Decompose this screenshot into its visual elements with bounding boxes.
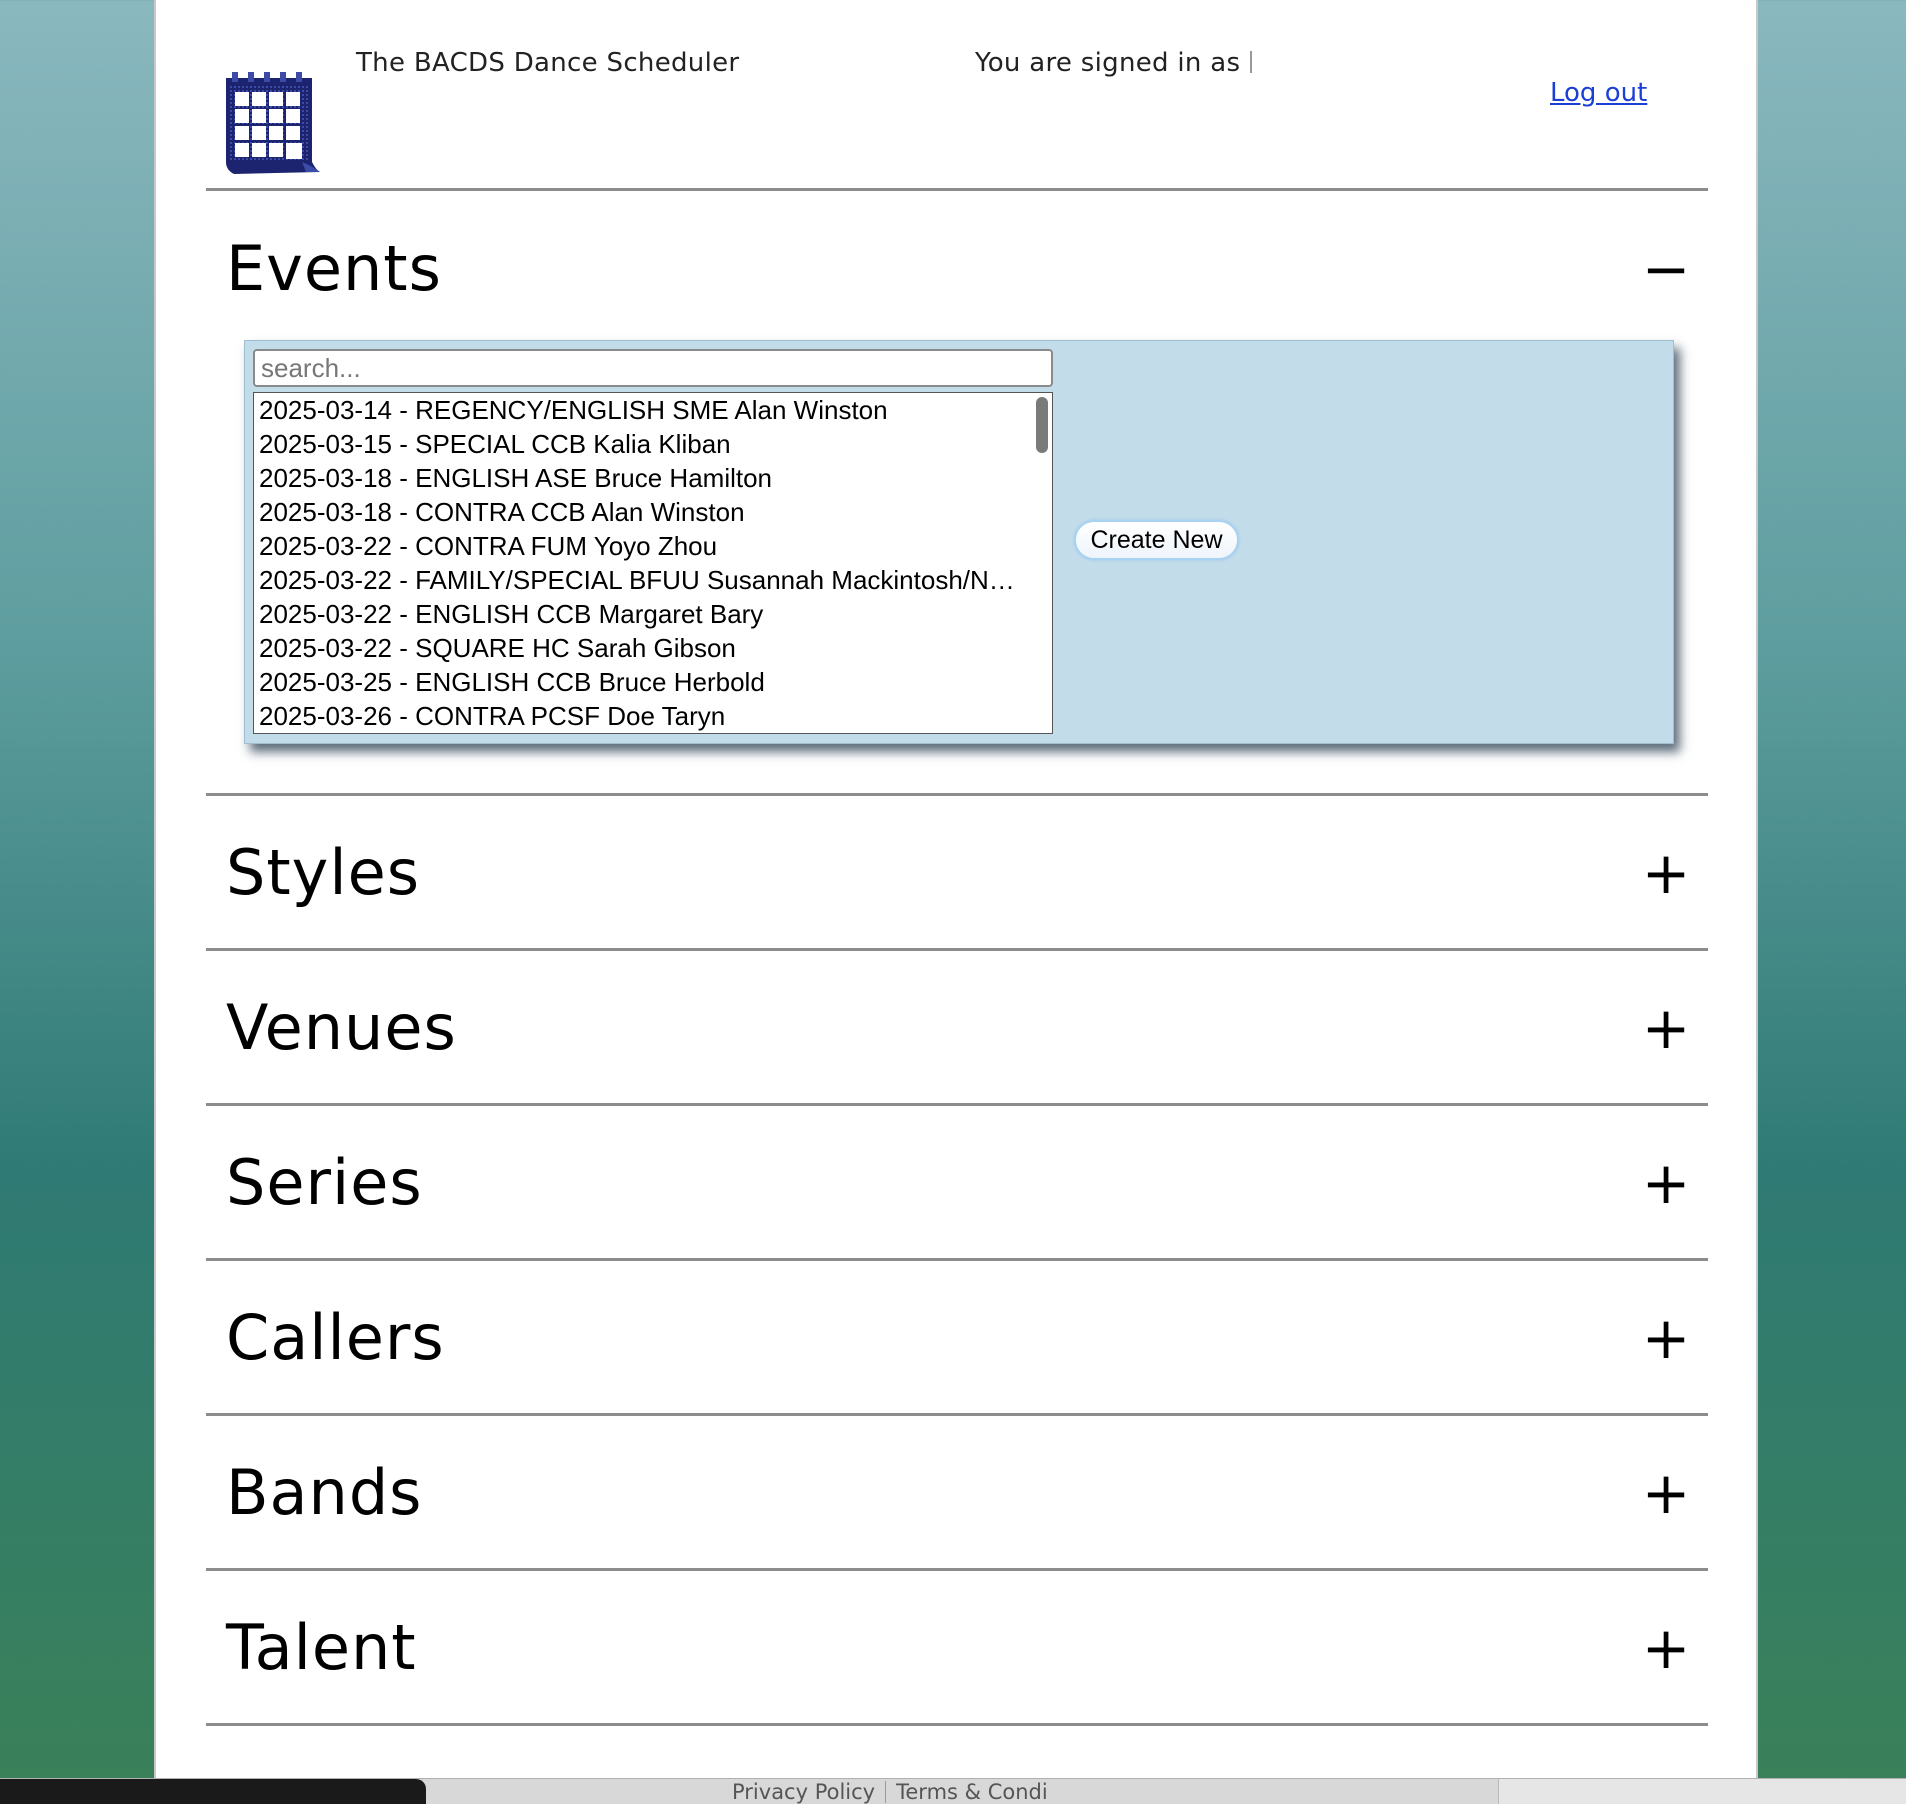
section-divider xyxy=(206,793,1708,796)
expand-toggle-series[interactable]: + xyxy=(1636,1148,1696,1218)
bands-section-header[interactable]: Bands + xyxy=(226,1458,1696,1528)
event-list-item[interactable]: 2025-03-22 - CONTRA FUM Yoyo Zhou xyxy=(254,529,1052,563)
callers-section-header[interactable]: Callers + xyxy=(226,1303,1696,1373)
events-section-header[interactable]: Events − xyxy=(226,234,1696,304)
expand-toggle-callers[interactable]: + xyxy=(1636,1303,1696,1373)
section-divider xyxy=(206,1258,1708,1261)
section-divider xyxy=(206,1413,1708,1416)
event-list[interactable]: 2025-03-14 - REGENCY/ENGLISH SME Alan Wi… xyxy=(253,392,1053,734)
event-list-item[interactable]: 2025-03-25 - ENGLISH CCB Bruce Herbold xyxy=(254,665,1052,699)
section-divider xyxy=(206,948,1708,951)
event-search-input[interactable] xyxy=(253,349,1053,387)
event-list-item[interactable]: 2025-03-14 - REGENCY/ENGLISH SME Alan Wi… xyxy=(254,393,1052,427)
signed-in-status: You are signed in as xyxy=(975,48,1253,78)
expand-toggle-venues[interactable]: + xyxy=(1636,993,1696,1063)
section-title-venues: Venues xyxy=(226,991,457,1064)
footer-dark-segment xyxy=(0,1779,426,1804)
series-section-header[interactable]: Series + xyxy=(226,1148,1696,1218)
event-list-item[interactable]: 2025-03-18 - CONTRA CCB Alan Winston xyxy=(254,495,1052,529)
signed-in-label: You are signed in as xyxy=(975,48,1241,78)
event-list-item[interactable]: 2025-03-22 - SQUARE HC Sarah Gibson xyxy=(254,631,1052,665)
section-divider xyxy=(206,1568,1708,1571)
talent-section-header[interactable]: Talent + xyxy=(226,1613,1696,1683)
event-list-item[interactable]: 2025-03-26 - CONTRA PCSF Doe Taryn xyxy=(254,699,1052,733)
section-title-styles: Styles xyxy=(226,836,421,909)
privacy-policy-link[interactable]: Privacy Policy xyxy=(732,1780,875,1804)
event-list-item[interactable]: 2025-03-18 - ENGLISH ASE Bruce Hamilton xyxy=(254,461,1052,495)
section-title-bands: Bands xyxy=(226,1456,423,1529)
venues-section-header[interactable]: Venues + xyxy=(226,993,1696,1063)
section-title-callers: Callers xyxy=(226,1301,445,1374)
calendar-icon xyxy=(226,72,320,174)
section-divider xyxy=(206,1103,1708,1106)
event-list-item[interactable]: 2025-03-22 - FAMILY/SPECIAL BFUU Susanna… xyxy=(254,563,1052,597)
section-divider xyxy=(206,1723,1708,1726)
section-title-series: Series xyxy=(226,1146,423,1219)
collapse-toggle-events[interactable]: − xyxy=(1636,234,1696,304)
logout-link[interactable]: Log out xyxy=(1550,78,1647,108)
terms-link[interactable]: Terms & Condi xyxy=(896,1780,1048,1804)
create-new-button[interactable]: Create New xyxy=(1074,520,1239,560)
event-list-item[interactable]: 2025-03-15 - SPECIAL CCB Kalia Kliban xyxy=(254,427,1052,461)
footer-light-segment xyxy=(1498,1779,1906,1804)
section-title-talent: Talent xyxy=(226,1611,417,1684)
events-panel: 2025-03-14 - REGENCY/ENGLISH SME Alan Wi… xyxy=(244,340,1674,744)
list-scrollbar[interactable] xyxy=(1036,397,1048,453)
expand-toggle-bands[interactable]: + xyxy=(1636,1458,1696,1528)
page-card: The BACDS Dance Scheduler You are signed… xyxy=(156,0,1756,1780)
styles-section-header[interactable]: Styles + xyxy=(226,838,1696,908)
app-title: The BACDS Dance Scheduler xyxy=(356,48,740,78)
section-divider xyxy=(206,188,1708,191)
footer-links: Privacy Policy Terms & Condi xyxy=(732,1780,1048,1804)
username-field-edge xyxy=(1250,51,1253,73)
page-header: The BACDS Dance Scheduler You are signed… xyxy=(156,0,1756,190)
expand-toggle-styles[interactable]: + xyxy=(1636,838,1696,908)
event-list-item[interactable]: 2025-03-22 - ENGLISH CCB Margaret Bary xyxy=(254,597,1052,631)
expand-toggle-talent[interactable]: + xyxy=(1636,1613,1696,1683)
footer-separator xyxy=(885,1781,887,1803)
section-title-events: Events xyxy=(226,232,442,305)
footer-bar: Privacy Policy Terms & Condi xyxy=(0,1778,1906,1804)
